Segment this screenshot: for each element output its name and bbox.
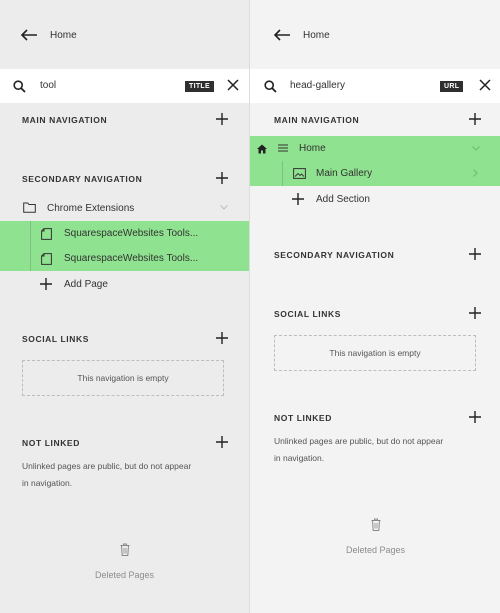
add-secondary-nav-icon[interactable]: [216, 172, 228, 184]
folder-label[interactable]: Chrome Extensions: [47, 203, 134, 214]
deleted-pages-button[interactable]: Deleted Pages: [0, 543, 249, 580]
back-label: Home: [50, 29, 77, 41]
add-social-link-icon[interactable]: [469, 307, 481, 319]
list-item-home[interactable]: Home: [250, 136, 500, 161]
plus-icon: [40, 278, 52, 290]
trash-icon: [120, 543, 129, 556]
search-type-badge[interactable]: URL: [440, 81, 464, 92]
deleted-pages-label: Deleted Pages: [345, 545, 406, 555]
chevron-down-icon[interactable]: [472, 146, 480, 151]
add-main-nav-icon[interactable]: [469, 113, 481, 125]
social-links-header: SOCIAL LINKS: [274, 309, 342, 319]
back-link[interactable]: Home: [20, 29, 77, 41]
not-linked-header: NOT LINKED: [274, 413, 332, 423]
not-linked-note: Unlinked pages are public, but do not ap…: [274, 433, 494, 467]
note-line: Unlinked pages are public, but do not ap…: [22, 461, 192, 471]
search-input[interactable]: head-gallery: [290, 80, 345, 91]
list-item-gallery[interactable]: Main Gallery: [250, 161, 500, 186]
chevron-right-icon[interactable]: [473, 169, 478, 177]
list-item[interactable]: SquarespaceWebsites Tools...: [0, 221, 249, 246]
secondary-nav-header: SECONDARY NAVIGATION: [274, 250, 395, 260]
search-icon: [13, 80, 26, 93]
empty-navigation-box: This navigation is empty: [22, 360, 224, 396]
left-panel: Home tool TITLE MAIN NAVIGATION SECONDAR…: [0, 0, 249, 613]
gallery-icon: [293, 168, 306, 179]
deleted-pages-label: Deleted Pages: [94, 570, 155, 580]
page-label: SquarespaceWebsites Tools...: [64, 228, 199, 239]
add-not-linked-icon[interactable]: [469, 411, 481, 423]
arrow-left-icon: [273, 29, 290, 41]
page-label: SquarespaceWebsites Tools...: [64, 253, 199, 264]
add-secondary-nav-icon[interactable]: [469, 248, 481, 260]
gallery-label: Main Gallery: [316, 168, 373, 179]
search-bar[interactable]: head-gallery URL: [250, 69, 500, 103]
back-label: Home: [303, 29, 330, 41]
empty-navigation-text: This navigation is empty: [77, 373, 169, 383]
add-social-link-icon[interactable]: [216, 332, 228, 344]
home-label: Home: [299, 143, 326, 154]
right-panel: Home head-gallery URL MAIN NAVIGATION Ho…: [249, 0, 500, 613]
page-icon: [41, 228, 52, 240]
add-page-button[interactable]: Add Page: [40, 278, 108, 290]
list-item[interactable]: SquarespaceWebsites Tools...: [0, 246, 249, 271]
search-input[interactable]: tool: [40, 80, 56, 91]
note-line: in navigation.: [22, 478, 73, 488]
page-icon: [41, 253, 52, 265]
trash-icon: [371, 518, 380, 531]
note-line: Unlinked pages are public, but do not ap…: [274, 436, 444, 446]
search-type-badge[interactable]: TITLE: [185, 81, 214, 92]
close-icon[interactable]: [226, 78, 240, 92]
add-main-nav-icon[interactable]: [216, 113, 228, 125]
search-icon: [264, 80, 277, 93]
empty-navigation-box: This navigation is empty: [274, 335, 476, 371]
arrow-left-icon: [20, 29, 37, 41]
add-section-label: Add Section: [316, 193, 370, 205]
not-linked-header: NOT LINKED: [22, 438, 80, 448]
main-nav-header: MAIN NAVIGATION: [274, 115, 360, 125]
plus-icon: [292, 193, 304, 205]
close-icon[interactable]: [478, 78, 492, 92]
folder-icon: [23, 202, 36, 213]
back-link[interactable]: Home: [273, 29, 330, 41]
secondary-nav-header: SECONDARY NAVIGATION: [22, 174, 143, 184]
deleted-pages-button[interactable]: Deleted Pages: [250, 518, 500, 555]
empty-navigation-text: This navigation is empty: [329, 348, 421, 358]
add-not-linked-icon[interactable]: [216, 436, 228, 448]
social-links-header: SOCIAL LINKS: [22, 334, 90, 344]
drag-handle-icon[interactable]: [278, 144, 288, 152]
not-linked-note: Unlinked pages are public, but do not ap…: [22, 458, 237, 492]
home-icon: [257, 144, 267, 154]
note-line: in navigation.: [274, 453, 325, 463]
main-nav-header: MAIN NAVIGATION: [22, 115, 108, 125]
search-bar[interactable]: tool TITLE: [0, 69, 249, 103]
chevron-down-icon[interactable]: [220, 205, 228, 210]
add-section-button[interactable]: Add Section: [292, 193, 370, 205]
add-page-label: Add Page: [64, 278, 108, 290]
